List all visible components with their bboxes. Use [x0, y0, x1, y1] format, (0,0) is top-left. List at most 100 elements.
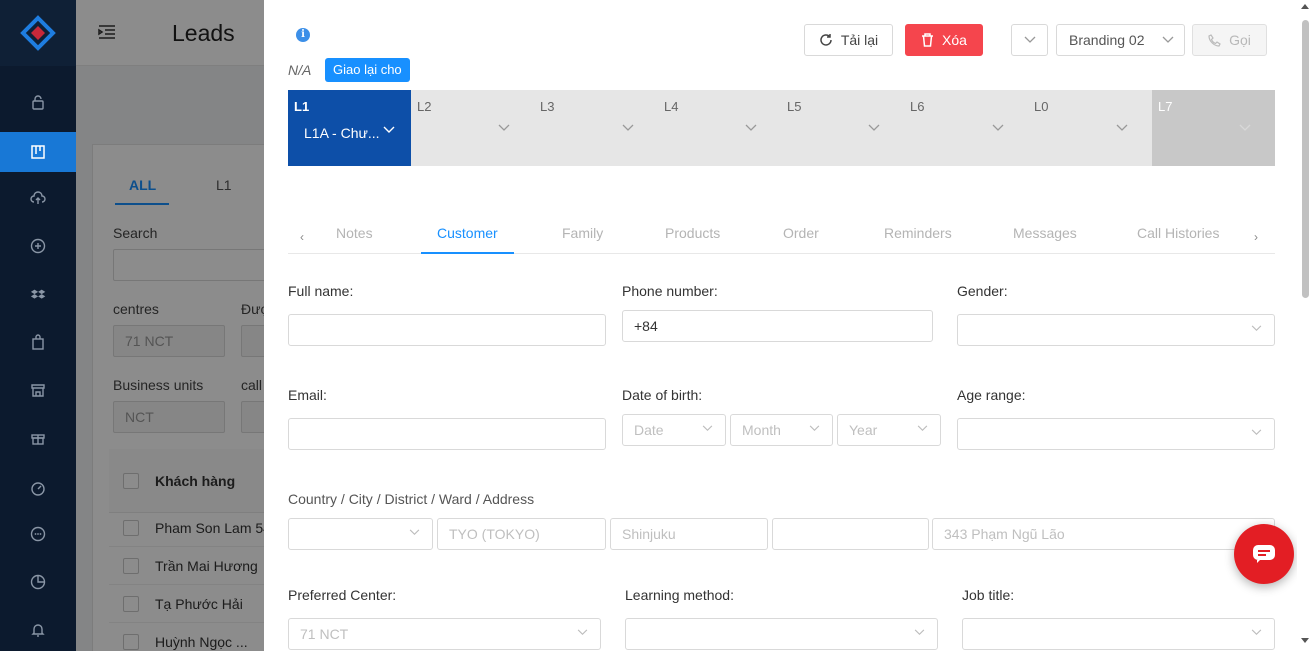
- dropbox-icon: [30, 289, 46, 299]
- level-l3[interactable]: L3: [534, 90, 658, 166]
- street-input[interactable]: 343 Phạm Ngũ Lão: [932, 518, 1275, 550]
- city-select[interactable]: TYO (TOKYO): [437, 518, 606, 550]
- scroll-up-arrow[interactable]: [1301, 4, 1309, 9]
- cloud-upload-icon: [30, 191, 46, 204]
- sidebar-item-messages[interactable]: [0, 514, 76, 554]
- level-l6[interactable]: L6: [904, 90, 1028, 166]
- reload-label: Tải lại: [840, 32, 879, 48]
- sidebar-item-reports[interactable]: [0, 562, 76, 602]
- sidebar-item-shop[interactable]: [0, 370, 76, 410]
- drawer-scrollbar[interactable]: [1297, 0, 1312, 651]
- lock-icon: [32, 95, 44, 110]
- level-l4[interactable]: L4: [658, 90, 781, 166]
- age-range-select[interactable]: [957, 418, 1275, 450]
- tab-call-histories[interactable]: Call Histories: [1137, 225, 1219, 241]
- tab-order[interactable]: Order: [783, 225, 819, 241]
- level-l7[interactable]: L7: [1152, 90, 1275, 166]
- learning-method-select[interactable]: [625, 618, 938, 650]
- level-sub-status: L1A - Chư...: [304, 125, 380, 141]
- level-l0[interactable]: L0: [1028, 90, 1152, 166]
- email-input[interactable]: [288, 418, 606, 450]
- chevron-down-icon: [745, 124, 757, 131]
- sidebar-item-add[interactable]: [0, 226, 76, 266]
- call-button[interactable]: Gọi: [1192, 24, 1267, 56]
- sidebar-item-shopping[interactable]: [0, 322, 76, 362]
- level-code: L7: [1158, 99, 1173, 114]
- dob-year-placeholder: Year: [849, 422, 878, 438]
- more-dropdown-button[interactable]: [1011, 24, 1048, 56]
- sidebar-item-leads[interactable]: [0, 132, 76, 172]
- dob-month-placeholder: Month: [742, 422, 781, 438]
- chevron-down-icon: [622, 124, 634, 131]
- info-icon[interactable]: i: [296, 28, 310, 42]
- level-code: L2: [417, 99, 432, 114]
- trash-icon: [922, 33, 934, 47]
- detail-tabs: ‹ Notes Customer Family Products Order R…: [288, 218, 1275, 254]
- job-title-select[interactable]: [962, 618, 1275, 650]
- full-name-input[interactable]: [288, 314, 606, 346]
- gift-icon: [31, 434, 45, 445]
- sidebar-item-notifications[interactable]: [0, 610, 76, 650]
- delete-button[interactable]: Xóa: [905, 24, 983, 56]
- gender-select[interactable]: [957, 314, 1275, 346]
- assignee-text: N/A: [288, 62, 312, 78]
- chevron-down-icon: [1024, 36, 1035, 43]
- tab-messages[interactable]: Messages: [1013, 225, 1077, 241]
- ward-select[interactable]: [772, 518, 929, 550]
- branding-select[interactable]: Branding 02: [1056, 24, 1185, 56]
- chevron-down-icon: [992, 124, 1004, 131]
- reload-button[interactable]: Tải lại: [804, 24, 893, 56]
- tab-products[interactable]: Products: [665, 225, 720, 241]
- chevron-down-icon: [409, 529, 420, 536]
- preferred-center-select[interactable]: 71 NCT: [288, 618, 601, 650]
- level-l2[interactable]: L2: [411, 90, 534, 166]
- board-icon: [31, 145, 45, 159]
- chevron-down-icon: [917, 425, 928, 432]
- dob-day-placeholder: Date: [634, 422, 664, 438]
- active-tab-indicator: [421, 252, 514, 254]
- learning-method-label: Learning method:: [625, 587, 734, 603]
- tab-reminders[interactable]: Reminders: [884, 225, 952, 241]
- logo[interactable]: [0, 0, 76, 66]
- scroll-down-arrow[interactable]: [1301, 638, 1309, 643]
- scroll-thumb[interactable]: [1302, 20, 1309, 298]
- delete-label: Xóa: [942, 32, 967, 48]
- tabs-prev-arrow[interactable]: ‹: [300, 230, 304, 244]
- pie-chart-icon: [30, 574, 46, 590]
- level-l5[interactable]: L5: [781, 90, 904, 166]
- chevron-down-icon: [1251, 325, 1262, 332]
- tabs-next-arrow[interactable]: ›: [1254, 230, 1258, 244]
- level-code: L4: [664, 99, 679, 114]
- city-value: TYO (TOKYO): [449, 526, 540, 542]
- dob-day-select[interactable]: Date: [622, 414, 726, 446]
- chevron-down-icon: [868, 124, 880, 131]
- phone-label: Phone number:: [622, 283, 718, 299]
- district-select[interactable]: Shinjuku: [610, 518, 768, 550]
- sidebar-item-lock[interactable]: [0, 82, 76, 122]
- tab-customer[interactable]: Customer: [437, 225, 498, 241]
- dob-year-select[interactable]: Year: [837, 414, 941, 446]
- tab-notes[interactable]: Notes: [336, 225, 373, 241]
- sidebar-item-cloud[interactable]: [0, 178, 76, 218]
- chat-fab-button[interactable]: [1234, 524, 1294, 584]
- sidebar-item-dropbox[interactable]: [0, 274, 76, 314]
- level-l1[interactable]: L1 L1A - Chư...: [288, 90, 411, 166]
- app: Leads ALL L1 Search centres 71 NCT Đượ B…: [0, 0, 1312, 651]
- dob-month-select[interactable]: Month: [730, 414, 833, 446]
- level-pipeline: L1 L1A - Chư... L2 L3 L4 L5 L6 L0 L7: [288, 90, 1275, 166]
- gender-label: Gender:: [957, 283, 1008, 299]
- chevron-down-icon: [498, 124, 510, 131]
- reassign-button[interactable]: Giao lại cho: [325, 58, 410, 82]
- country-select[interactable]: [288, 518, 433, 550]
- sidebar-item-dashboard[interactable]: [0, 468, 76, 508]
- level-code: L6: [910, 99, 925, 114]
- level-code: L3: [540, 99, 555, 114]
- phone-icon: [1208, 33, 1221, 47]
- tab-family[interactable]: Family: [562, 225, 603, 241]
- dashboard-icon: [31, 482, 45, 496]
- phone-input[interactable]: +84: [622, 310, 933, 342]
- sidebar-item-gift[interactable]: [0, 418, 76, 458]
- chevron-down-icon: [577, 629, 588, 636]
- chevron-down-icon: [914, 629, 925, 636]
- call-label: Gọi: [1229, 32, 1251, 48]
